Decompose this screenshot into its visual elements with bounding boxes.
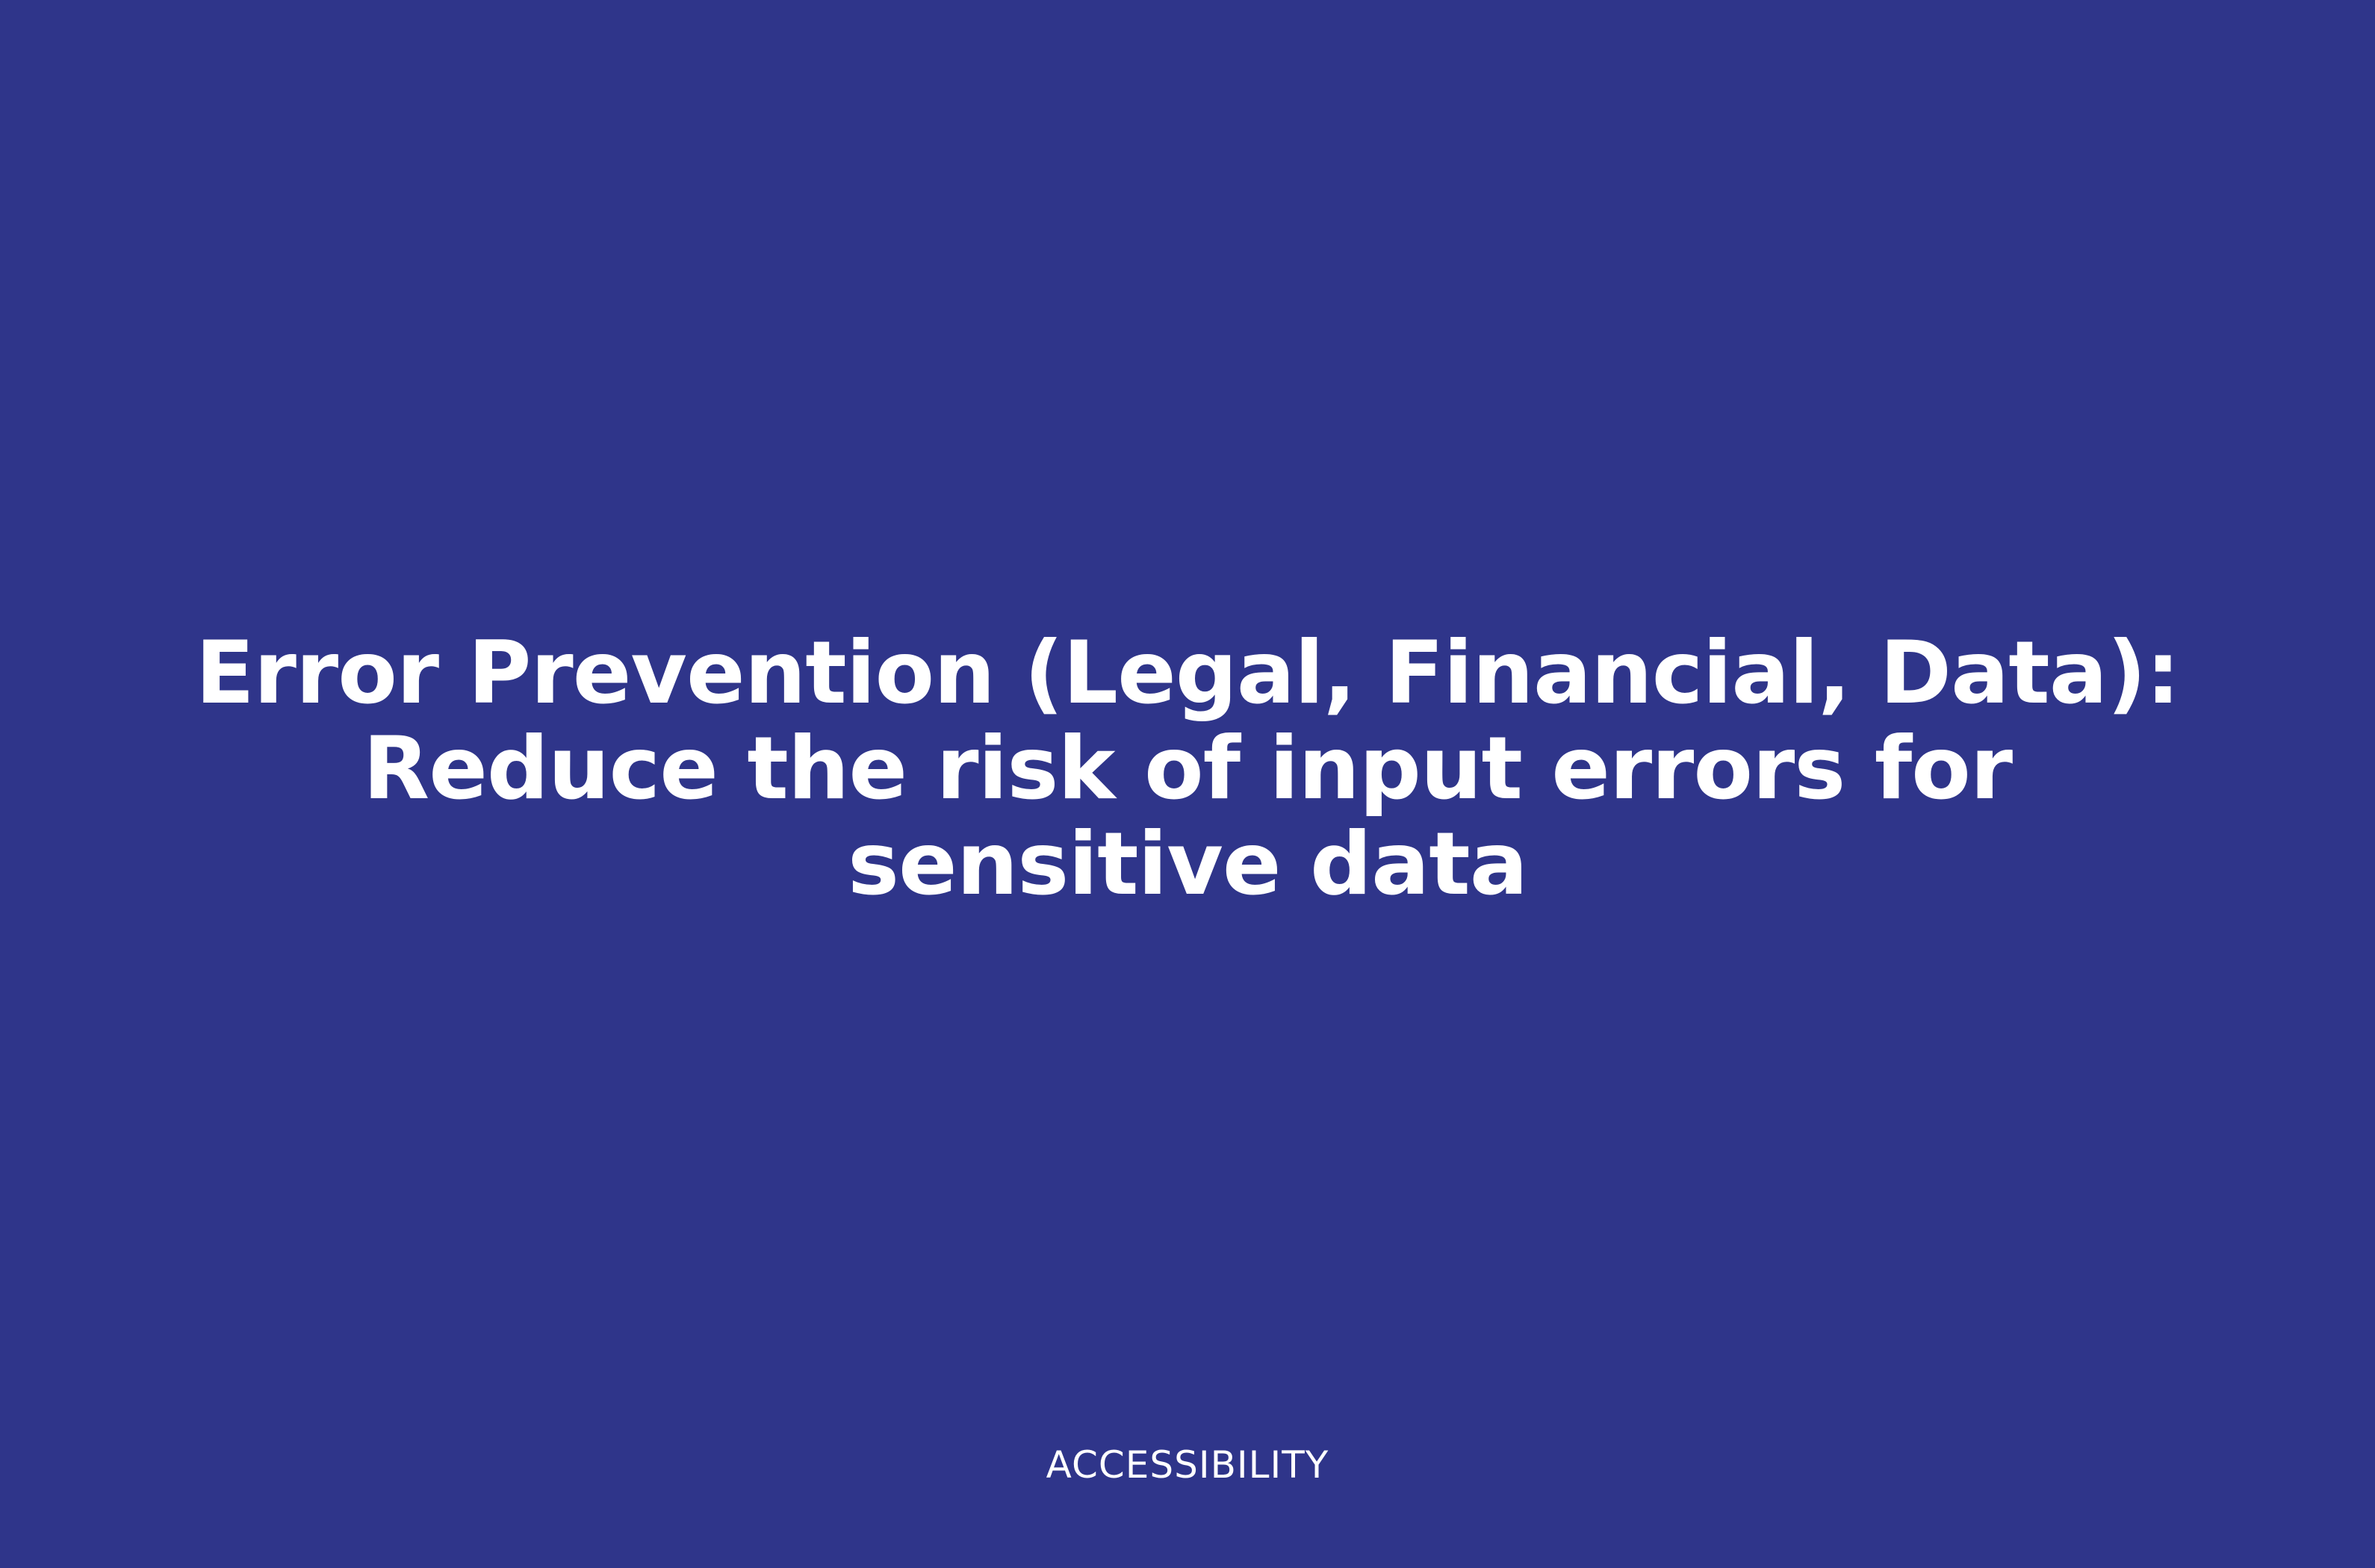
- slide-title-line-3: sensitive data: [847, 814, 1528, 915]
- footer-category-label: ACCESSIBILITY: [1046, 1443, 1329, 1487]
- slide-title: Error Prevention (Legal, Financial, Data…: [179, 626, 2196, 912]
- slide: Error Prevention (Legal, Financial, Data…: [0, 0, 2375, 1568]
- slide-title-line-2: Reduce the risk of input errors for: [362, 718, 2013, 819]
- slide-title-line-1: Error Prevention (Legal, Financial, Data…: [195, 623, 2181, 724]
